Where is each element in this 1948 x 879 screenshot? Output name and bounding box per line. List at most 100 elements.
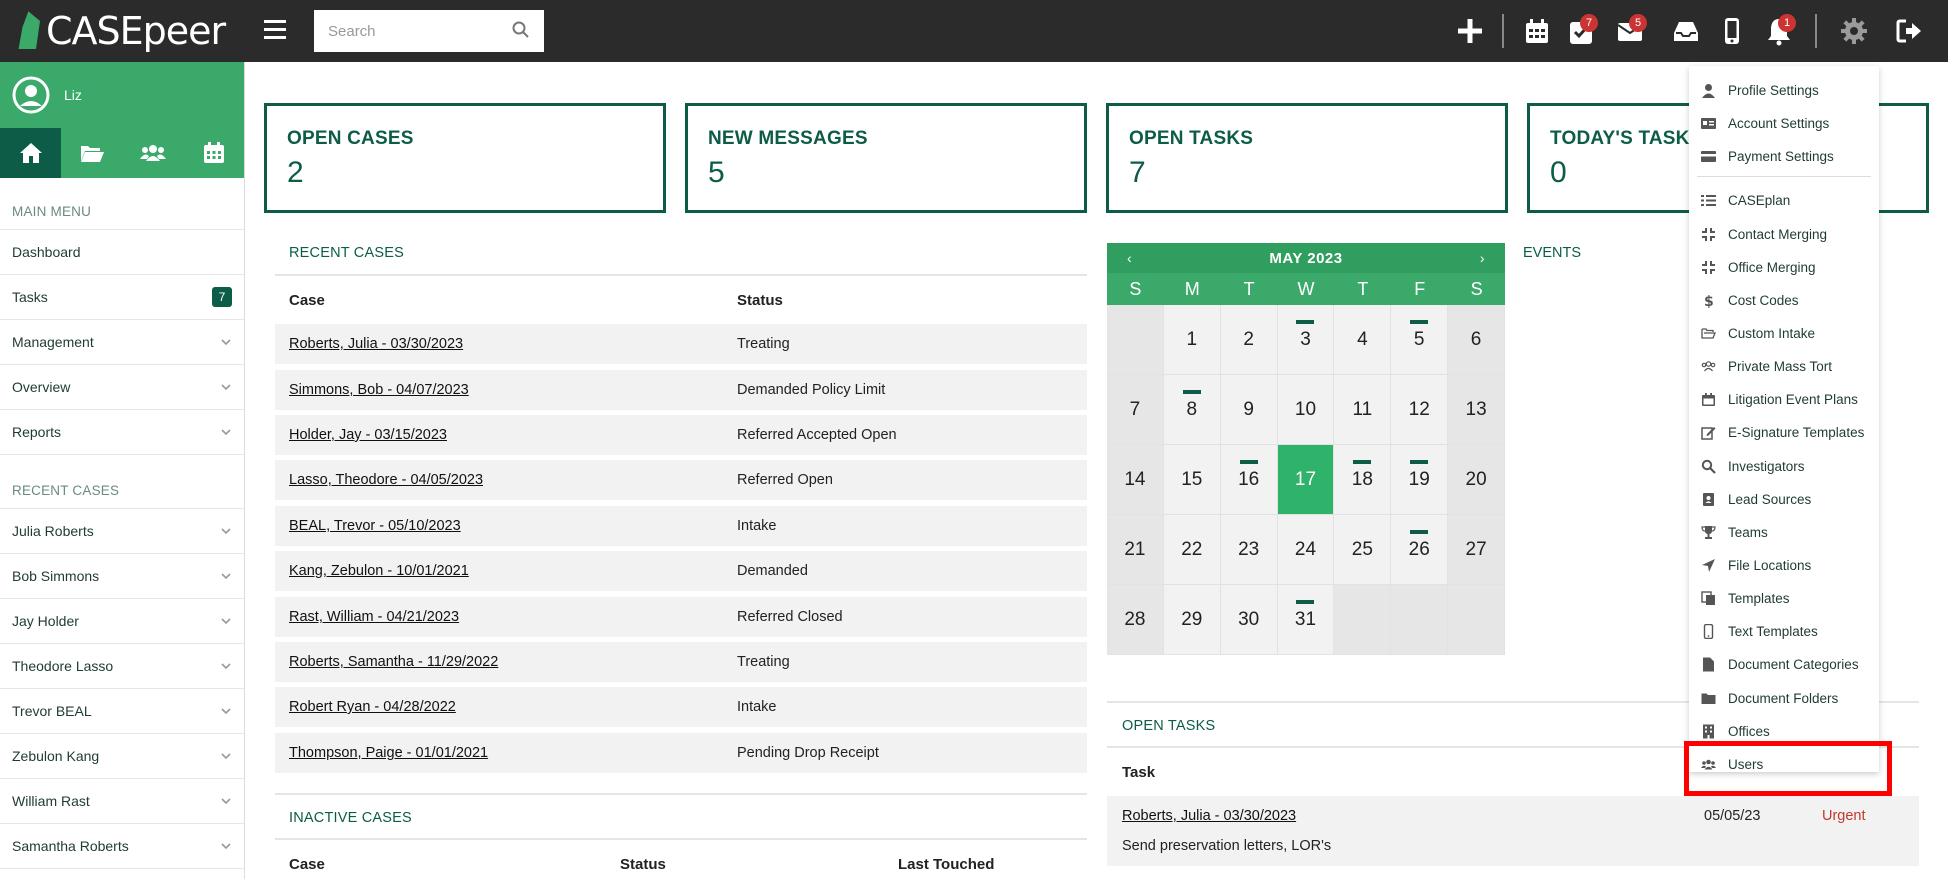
calendar-day[interactable]: 22 bbox=[1163, 515, 1221, 585]
menu-item-payment-settings[interactable]: Payment Settings bbox=[1689, 142, 1879, 170]
case-link[interactable]: Kang, Zebulon - 10/01/2021 bbox=[289, 563, 469, 579]
calendar-day[interactable]: 12 bbox=[1391, 375, 1449, 445]
sidebar-recent-case[interactable]: Zebulon Kang bbox=[0, 734, 244, 779]
menu-item-litigation-event-plans[interactable]: Litigation Event Plans bbox=[1689, 385, 1879, 413]
case-link[interactable]: BEAL, Trevor - 05/10/2023 bbox=[289, 518, 461, 534]
calendar-day[interactable]: 10 bbox=[1277, 375, 1335, 445]
case-link[interactable]: Thompson, Paige - 01/01/2021 bbox=[289, 745, 488, 761]
calendar-day[interactable]: 8 bbox=[1163, 375, 1221, 445]
menu-item-teams[interactable]: Teams bbox=[1689, 518, 1879, 546]
menu-item-custom-intake[interactable]: Custom Intake bbox=[1689, 319, 1879, 347]
menu-item-file-locations[interactable]: File Locations bbox=[1689, 551, 1879, 579]
gear-icon[interactable] bbox=[1837, 14, 1871, 48]
calendar-day[interactable]: 21 bbox=[1107, 515, 1164, 585]
calendar-day[interactable]: 31 bbox=[1277, 585, 1335, 655]
sidebar-recent-case[interactable]: Trevor BEAL bbox=[0, 689, 244, 734]
calendar-icon[interactable] bbox=[1520, 14, 1554, 48]
case-link[interactable]: Robert Ryan - 04/28/2022 bbox=[289, 699, 456, 715]
calendar-day[interactable]: 6 bbox=[1448, 305, 1505, 375]
calendar-day[interactable]: 17 bbox=[1277, 445, 1335, 515]
case-status: Referred Open bbox=[737, 472, 833, 488]
calendar-day[interactable]: 5 bbox=[1391, 305, 1449, 375]
hamburger-menu-icon[interactable] bbox=[264, 20, 286, 40]
sidebar-recent-case[interactable]: Julia Roberts bbox=[0, 509, 244, 554]
calendar-day[interactable]: 29 bbox=[1163, 585, 1221, 655]
case-link[interactable]: Holder, Jay - 03/15/2023 bbox=[289, 427, 447, 443]
menu-item-templates[interactable]: Templates bbox=[1689, 584, 1879, 612]
sidebar-item-reports[interactable]: Reports bbox=[0, 410, 244, 455]
case-link[interactable]: Roberts, Samantha - 11/29/2022 bbox=[289, 654, 498, 670]
calendar-day[interactable]: 24 bbox=[1277, 515, 1335, 585]
calendar-next-button[interactable]: › bbox=[1480, 250, 1485, 266]
search-input[interactable] bbox=[314, 10, 544, 52]
stat-card-open-tasks[interactable]: OPEN TASKS 7 bbox=[1106, 103, 1508, 213]
menu-item-profile-settings[interactable]: Profile Settings bbox=[1689, 76, 1879, 104]
menu-item-office-merging[interactable]: Office Merging bbox=[1689, 253, 1879, 281]
user-bar[interactable]: Liz bbox=[0, 62, 244, 128]
sidebar-item-overview[interactable]: Overview bbox=[0, 365, 244, 410]
calendar-day[interactable]: 30 bbox=[1220, 585, 1278, 655]
case-link[interactable]: Roberts, Julia - 03/30/2023 bbox=[289, 336, 463, 352]
calendar-day[interactable]: 16 bbox=[1220, 445, 1278, 515]
search-icon[interactable] bbox=[512, 21, 530, 39]
plus-icon[interactable] bbox=[1453, 14, 1487, 48]
casepeer-logo[interactable]: CASEpeer bbox=[14, 6, 226, 56]
menu-item-investigators[interactable]: Investigators bbox=[1689, 452, 1879, 480]
menu-item-account-settings[interactable]: Account Settings bbox=[1689, 109, 1879, 137]
case-link[interactable]: Simmons, Bob - 04/07/2023 bbox=[289, 382, 469, 398]
calendar-day[interactable]: 19 bbox=[1391, 445, 1449, 515]
calendar-day[interactable]: 9 bbox=[1220, 375, 1278, 445]
sidebar-item-tasks[interactable]: Tasks 7 bbox=[0, 275, 244, 320]
bell-icon[interactable]: 1 bbox=[1762, 14, 1796, 48]
menu-item-users[interactable]: Users bbox=[1689, 750, 1879, 778]
sidebar-recent-case[interactable]: Samantha Roberts bbox=[0, 824, 244, 869]
sidebar-item-dashboard[interactable]: Dashboard bbox=[0, 230, 244, 275]
menu-item-contact-merging[interactable]: Contact Merging bbox=[1689, 220, 1879, 248]
calendar-day[interactable]: 3 bbox=[1277, 305, 1335, 375]
calendar-day[interactable]: 23 bbox=[1220, 515, 1278, 585]
calendar-day[interactable]: 2 bbox=[1220, 305, 1278, 375]
calendar-day[interactable]: 20 bbox=[1448, 445, 1505, 515]
logout-icon[interactable] bbox=[1892, 14, 1926, 48]
tab-contacts[interactable] bbox=[122, 128, 183, 178]
task-case-link[interactable]: Roberts, Julia - 03/30/2023 bbox=[1122, 808, 1296, 824]
tab-home[interactable] bbox=[0, 128, 61, 178]
menu-item-text-templates[interactable]: Text Templates bbox=[1689, 617, 1879, 645]
calendar-day[interactable]: 13 bbox=[1448, 375, 1505, 445]
menu-item-document-folders[interactable]: Document Folders bbox=[1689, 684, 1879, 712]
case-link[interactable]: Rast, William - 04/21/2023 bbox=[289, 609, 459, 625]
calendar-day[interactable]: 28 bbox=[1107, 585, 1164, 655]
sidebar-recent-case[interactable]: Bob Simmons bbox=[0, 554, 244, 599]
menu-item-offices[interactable]: Offices bbox=[1689, 717, 1879, 745]
mail-icon[interactable]: 5 bbox=[1613, 14, 1647, 48]
calendar-day[interactable]: 4 bbox=[1334, 305, 1392, 375]
menu-item-caseplan[interactable]: CASEplan bbox=[1689, 186, 1879, 214]
stat-card-open-cases[interactable]: OPEN CASES 2 bbox=[264, 103, 666, 213]
sidebar-recent-case[interactable]: Jay Holder bbox=[0, 599, 244, 644]
sidebar-item-management[interactable]: Management bbox=[0, 320, 244, 365]
calendar-day[interactable]: 15 bbox=[1163, 445, 1221, 515]
sidebar-recent-case[interactable]: Theodore Lasso bbox=[0, 644, 244, 689]
menu-item-e-signature-templates[interactable]: E-Signature Templates bbox=[1689, 418, 1879, 446]
menu-item-document-categories[interactable]: Document Categories bbox=[1689, 650, 1879, 678]
calendar-day[interactable]: 25 bbox=[1334, 515, 1392, 585]
tasks-icon[interactable]: 7 bbox=[1564, 14, 1598, 48]
calendar-day[interactable]: 14 bbox=[1107, 445, 1164, 515]
calendar-day[interactable]: 1 bbox=[1163, 305, 1221, 375]
menu-item-private-mass-tort[interactable]: Private Mass Tort bbox=[1689, 352, 1879, 380]
menu-item-lead-sources[interactable]: Lead Sources bbox=[1689, 485, 1879, 513]
phone-icon[interactable] bbox=[1715, 14, 1749, 48]
inbox-icon[interactable] bbox=[1669, 14, 1703, 48]
stat-card-new-messages[interactable]: NEW MESSAGES 5 bbox=[685, 103, 1087, 213]
case-link[interactable]: Lasso, Theodore - 04/05/2023 bbox=[289, 472, 483, 488]
calendar-day[interactable]: 18 bbox=[1334, 445, 1392, 515]
calendar-day[interactable]: 26 bbox=[1391, 515, 1449, 585]
calendar-day[interactable]: 11 bbox=[1334, 375, 1392, 445]
calendar-day[interactable]: 27 bbox=[1448, 515, 1505, 585]
tab-cases[interactable] bbox=[61, 128, 122, 178]
tab-calendar[interactable] bbox=[183, 128, 244, 178]
calendar-prev-button[interactable]: ‹ bbox=[1127, 250, 1132, 266]
menu-item-cost-codes[interactable]: $ Cost Codes bbox=[1689, 286, 1879, 314]
sidebar-recent-case[interactable]: William Rast bbox=[0, 779, 244, 824]
calendar-day[interactable]: 7 bbox=[1107, 375, 1164, 445]
